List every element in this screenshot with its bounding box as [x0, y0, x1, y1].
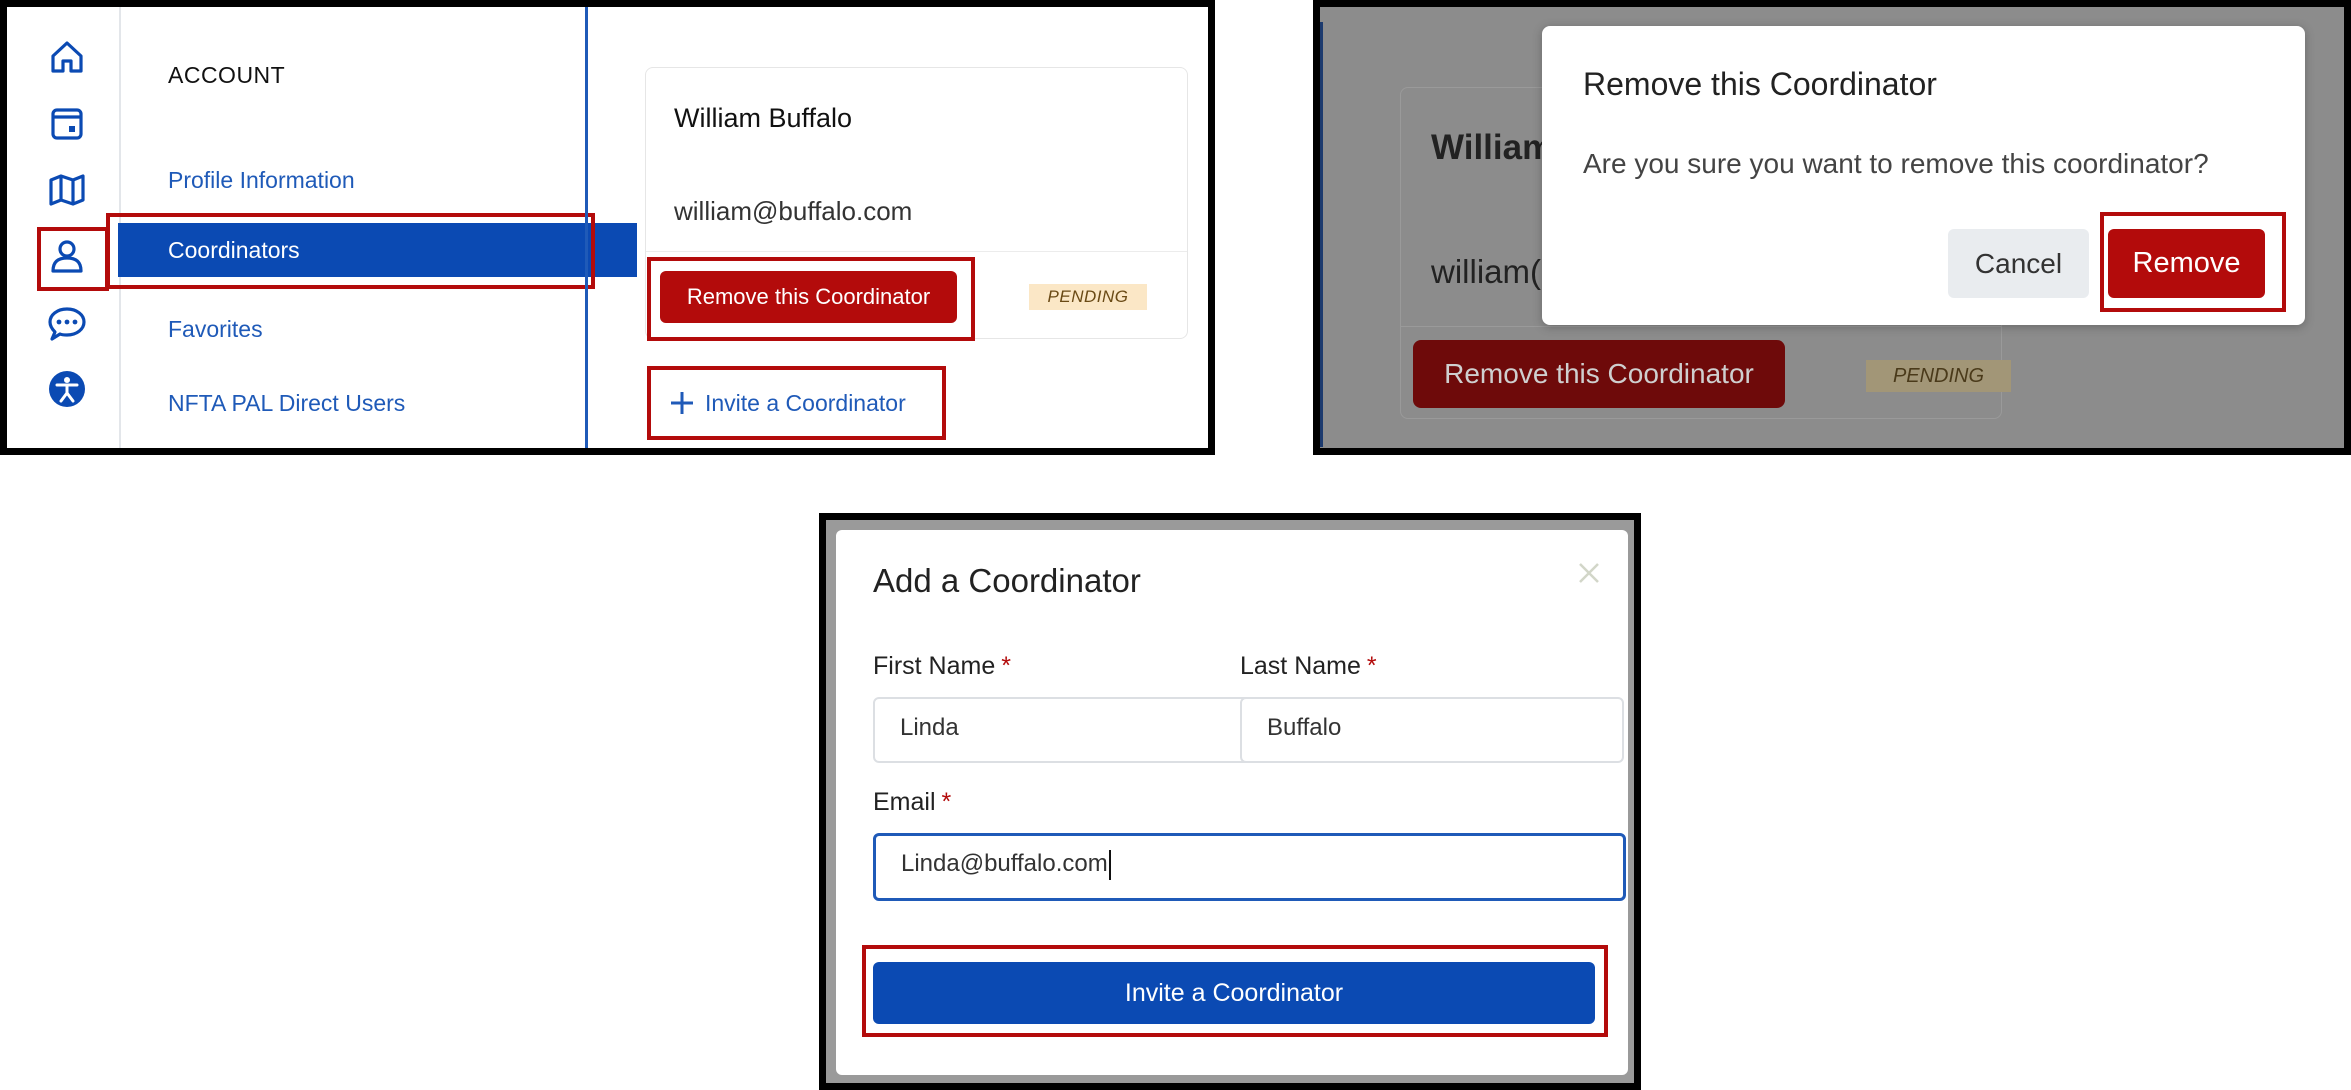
content-divider [585, 7, 588, 448]
menu-item-profile-information[interactable]: Profile Information [168, 167, 355, 194]
plus-icon [671, 392, 693, 414]
dialog-message: Are you sure you want to remove this coo… [1583, 148, 2209, 179]
menu-item-favorites[interactable]: Favorites [168, 316, 263, 343]
first-name-required-mark: * [1001, 652, 1011, 680]
first-name-label: First Name * [873, 652, 1011, 681]
coordinators-highlight [106, 213, 595, 289]
icon-sidebar [7, 7, 121, 448]
remove-confirmation-panel: William william( Remove this Coordinator… [1313, 0, 2351, 455]
email-label: Email * [873, 788, 951, 817]
last-name-field[interactable]: Buffalo [1240, 697, 1624, 763]
card-divider [646, 251, 1187, 252]
email-label-text: Email [873, 788, 936, 816]
invite-link-label: Invite a Coordinator [705, 389, 906, 416]
last-name-label-text: Last Name [1240, 652, 1361, 680]
menu-item-nfta-pal-direct-users[interactable]: NFTA PAL Direct Users [168, 390, 405, 417]
calendar-icon[interactable] [47, 104, 87, 144]
dimmed-coordinator-name: William [1431, 128, 1554, 167]
email-required-mark: * [941, 788, 952, 816]
add-coordinator-panel: Add a Coordinator First Name * Linda Last… [819, 513, 1641, 1090]
cancel-button[interactable]: Cancel [1948, 229, 2089, 298]
map-icon[interactable] [47, 170, 87, 210]
first-name-field[interactable]: Linda [873, 697, 1257, 763]
modal-title: Add a Coordinator [873, 562, 1141, 599]
coordinator-email: william@buffalo.com [674, 196, 913, 226]
dimmed-status-badge: PENDING [1866, 360, 2011, 392]
first-name-label-text: First Name [873, 652, 996, 680]
home-icon[interactable] [47, 37, 87, 77]
close-icon[interactable] [1576, 560, 1602, 586]
dialog-title: Remove this Coordinator [1583, 66, 1937, 102]
chat-icon[interactable] [47, 304, 87, 344]
user-icon[interactable] [47, 236, 87, 276]
email-field-value: Linda@buffalo.com [901, 850, 1108, 877]
dimmed-divider [1320, 22, 1323, 447]
dimmed-card-divider [1401, 326, 2001, 327]
invite-coordinator-link[interactable]: Invite a Coordinator [669, 387, 906, 419]
dimmed-coordinator-email: william( [1431, 253, 1541, 290]
last-name-label: Last Name * [1240, 652, 1377, 681]
remove-button-highlight [647, 257, 975, 341]
text-cursor [1108, 849, 1111, 880]
accessibility-icon[interactable] [47, 369, 87, 409]
coordinator-name: William Buffalo [674, 103, 853, 133]
email-field[interactable]: Linda@buffalo.com [873, 833, 1626, 901]
dimmed-remove-button: Remove this Coordinator [1413, 340, 1785, 408]
last-name-required-mark: * [1366, 652, 1377, 680]
account-menu-title: ACCOUNT [168, 62, 286, 88]
invite-button-highlight [862, 945, 1608, 1037]
confirm-remove-highlight [2100, 212, 2286, 312]
status-badge: PENDING [1029, 284, 1147, 310]
account-coordinators-panel: ACCOUNT Profile Information Coordinators… [0, 0, 1215, 455]
